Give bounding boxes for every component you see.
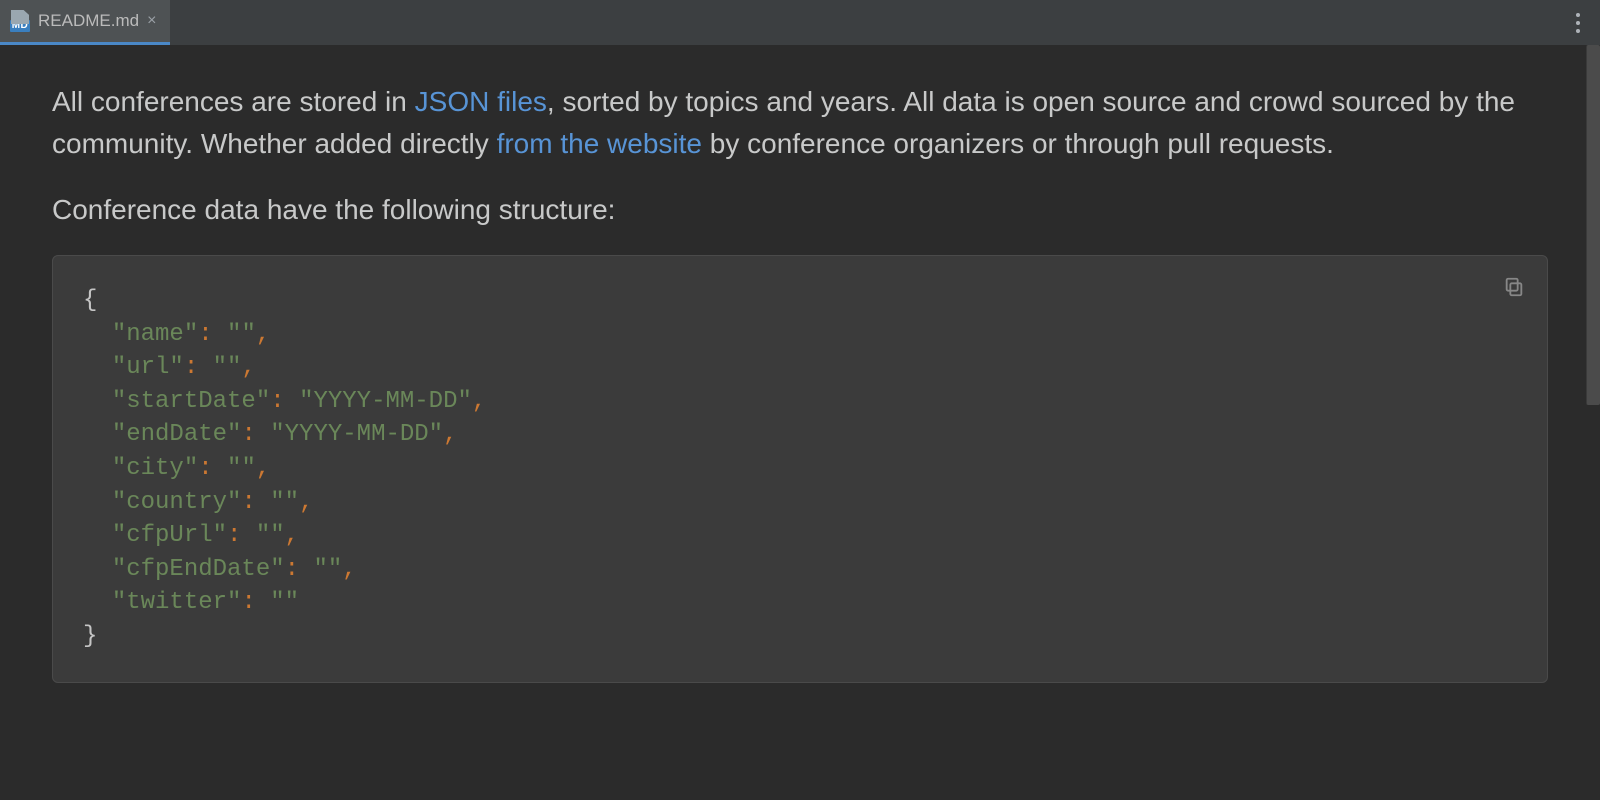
tab-filename: README.md — [38, 11, 139, 31]
kebab-icon — [1575, 12, 1581, 34]
link-from-website[interactable]: from the website — [497, 128, 702, 159]
copy-icon — [1503, 276, 1525, 298]
structure-heading: Conference data have the following struc… — [52, 189, 1548, 231]
markdown-file-icon: MD — [10, 10, 30, 32]
link-json-files[interactable]: JSON files — [415, 86, 547, 117]
code-block: { "name": "", "url": "", "startDate": "Y… — [52, 255, 1548, 683]
tab-readme[interactable]: MD README.md × — [0, 0, 170, 45]
more-menu-button[interactable] — [1556, 0, 1600, 45]
text-segment: All conferences are stored in — [52, 86, 415, 117]
copy-button[interactable] — [1503, 276, 1525, 298]
editor-preview[interactable]: All conferences are stored in JSON files… — [0, 45, 1600, 800]
tab-bar: MD README.md × — [0, 0, 1600, 45]
scrollbar-thumb[interactable] — [1586, 45, 1600, 405]
text-segment: by conference organizers or through pull… — [702, 128, 1334, 159]
intro-paragraph: All conferences are stored in JSON files… — [52, 81, 1548, 165]
code-content: { "name": "", "url": "", "startDate": "Y… — [83, 284, 1517, 654]
close-icon[interactable]: × — [147, 13, 156, 29]
